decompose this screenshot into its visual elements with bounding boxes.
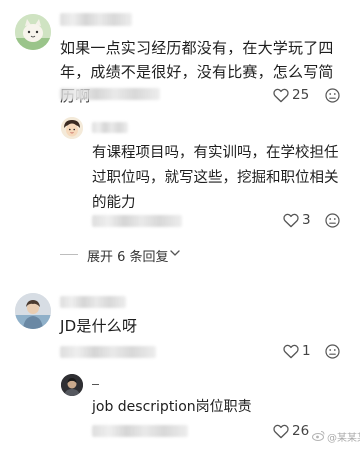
expand-divider bbox=[60, 254, 78, 255]
commenter-avatar[interactable] bbox=[15, 14, 51, 50]
replier-avatar[interactable] bbox=[61, 117, 83, 139]
watermark: @某某某 bbox=[312, 428, 360, 446]
dislike-face-icon[interactable] bbox=[325, 344, 340, 359]
heart-icon bbox=[273, 88, 289, 103]
person-photo-avatar-icon bbox=[15, 293, 51, 329]
reply-like-button[interactable]: 26 bbox=[273, 423, 315, 440]
heart-icon bbox=[283, 213, 299, 228]
comment-meta bbox=[60, 88, 160, 100]
like-button[interactable]: 25 bbox=[273, 87, 313, 104]
watermark-text: @某某某 bbox=[327, 433, 360, 444]
reply-text: 有课程项目吗，有实训吗，在学校担任过职位吗，就写这些，挖掘和职位相关的能力 bbox=[92, 145, 339, 211]
weibo-logo-icon bbox=[312, 431, 325, 441]
reply-like-count: 26 bbox=[292, 423, 310, 439]
dislike-face-icon[interactable] bbox=[325, 213, 340, 228]
like-count: 1 bbox=[302, 343, 311, 359]
person-dark-avatar-icon bbox=[61, 374, 83, 396]
commenter-username[interactable] bbox=[60, 296, 126, 308]
like-count: 25 bbox=[292, 87, 310, 103]
replier-avatar[interactable] bbox=[61, 374, 83, 396]
reply-text: job description岗位职责 bbox=[92, 399, 252, 415]
reply-meta bbox=[92, 425, 188, 437]
replier-username-mark[interactable] bbox=[92, 384, 99, 385]
heart-icon bbox=[273, 424, 289, 439]
comment-text: JD是什么呀 bbox=[60, 317, 138, 335]
reply-meta bbox=[92, 215, 182, 227]
replier-username[interactable] bbox=[92, 122, 128, 133]
commenter-username[interactable] bbox=[60, 13, 132, 26]
heart-icon bbox=[283, 344, 299, 359]
comment-meta bbox=[60, 346, 156, 358]
person-avatar-icon bbox=[61, 117, 83, 139]
reply-like-count: 3 bbox=[302, 212, 311, 228]
like-button[interactable]: 1 bbox=[283, 343, 313, 360]
cat-avatar-icon bbox=[15, 14, 51, 50]
commenter-avatar[interactable] bbox=[15, 293, 51, 329]
expand-replies-label: 展开 6 条回复 bbox=[87, 250, 169, 265]
expand-replies-button[interactable]: 展开 6 条回复 bbox=[60, 246, 210, 265]
chevron-down-icon bbox=[170, 250, 180, 256]
reply-like-button[interactable]: 3 bbox=[283, 212, 313, 229]
dislike-face-icon[interactable] bbox=[325, 88, 340, 103]
